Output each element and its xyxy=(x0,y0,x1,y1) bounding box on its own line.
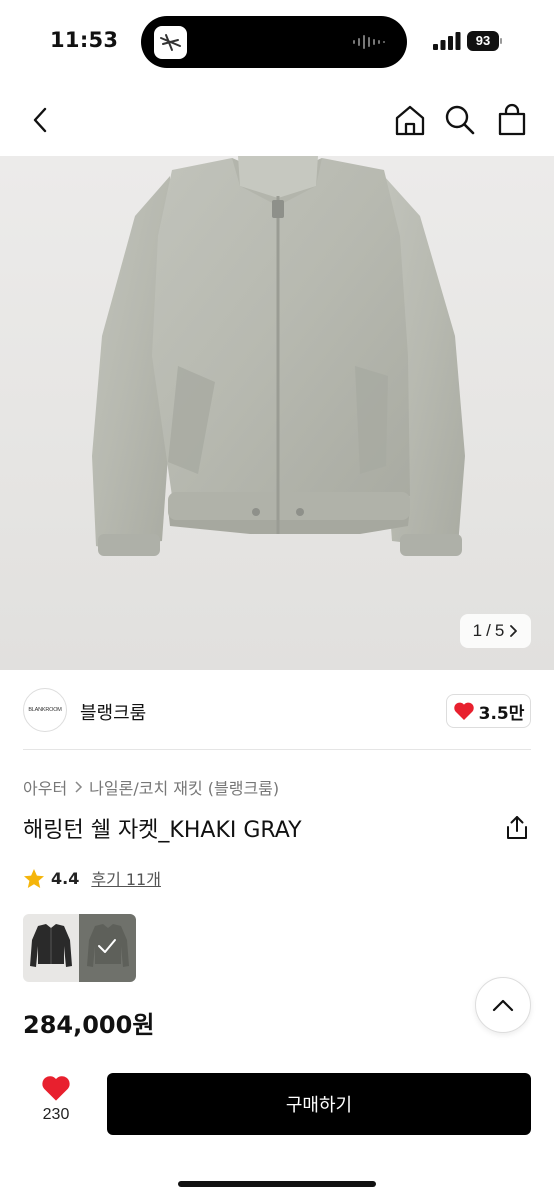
image-counter[interactable]: 1 / 5 xyxy=(460,614,531,648)
bottom-bar: 230 구매하기 xyxy=(0,1060,554,1200)
shopping-bag-icon xyxy=(498,103,526,136)
home-indicator xyxy=(178,1181,376,1187)
cart-button[interactable] xyxy=(492,100,532,140)
status-time: 11:53 xyxy=(50,28,119,52)
dynamic-island xyxy=(141,16,407,68)
search-button[interactable] xyxy=(440,100,480,140)
audio-wave-icon xyxy=(353,35,385,49)
rating-row: 4.4 후기 11개 xyxy=(23,866,161,890)
battery-level: 93 xyxy=(467,31,499,51)
home-button[interactable] xyxy=(390,100,430,140)
image-counter-total: 5 xyxy=(494,621,505,640)
brand-like-count: 3.5만 xyxy=(478,703,525,724)
brand-logo[interactable]: BLANKROOM xyxy=(23,688,67,732)
heart-icon xyxy=(42,1076,70,1101)
status-bar: 11:53 93 xyxy=(0,0,554,84)
nav-bar xyxy=(0,84,554,156)
swatch-khaki-gray-selected[interactable] xyxy=(79,914,136,982)
breadcrumb-subcategory[interactable]: 나일론/코치 재킷 (블랭크룸) xyxy=(89,775,279,799)
image-counter-current: 1 xyxy=(472,621,483,640)
image-counter-separator: / xyxy=(486,621,491,640)
chevron-right-icon xyxy=(75,781,83,793)
back-button[interactable] xyxy=(20,100,60,140)
chevron-right-icon xyxy=(510,625,518,637)
home-icon xyxy=(395,105,425,136)
heart-icon xyxy=(453,702,474,720)
check-icon xyxy=(98,939,116,953)
chevron-left-icon xyxy=(33,107,47,133)
breadcrumb: 아우터 나일론/코치 재킷 (블랭크룸) xyxy=(23,775,279,799)
wishlist-count: 230 xyxy=(42,1106,70,1123)
review-link[interactable]: 후기 11개 xyxy=(91,866,161,890)
battery-icon: 93 xyxy=(467,31,502,51)
star-icon xyxy=(24,868,44,888)
divider xyxy=(23,749,531,750)
share-button[interactable] xyxy=(504,814,530,842)
signal-icon xyxy=(433,32,461,50)
search-icon xyxy=(445,105,475,135)
wishlist-button[interactable]: 230 xyxy=(30,1074,82,1134)
chevron-up-icon xyxy=(492,999,514,1012)
brand-logo-text: BLANKROOM xyxy=(28,707,62,713)
brand-like-button[interactable]: 3.5만 xyxy=(446,694,531,728)
brand-name[interactable]: 블랭크룸 xyxy=(80,699,146,725)
scroll-to-top-button[interactable] xyxy=(475,977,531,1033)
product-title: 해링턴 쉘 자켓_KHAKI GRAY xyxy=(23,818,302,843)
swatch-black[interactable] xyxy=(23,914,79,982)
brand-row[interactable]: BLANKROOM 블랭크룸 3.5만 xyxy=(0,670,554,750)
now-playing-app-icon xyxy=(154,26,187,59)
rating-value: 4.4 xyxy=(51,868,80,888)
breadcrumb-category[interactable]: 아우터 xyxy=(23,775,67,799)
product-price: 284,000원 xyxy=(23,1011,155,1039)
color-swatches xyxy=(23,914,136,982)
product-image[interactable] xyxy=(0,156,554,670)
buy-button[interactable]: 구매하기 xyxy=(107,1073,531,1135)
black-jacket-thumbnail xyxy=(30,924,72,967)
share-icon xyxy=(507,816,527,839)
jacket-photo xyxy=(92,156,465,556)
